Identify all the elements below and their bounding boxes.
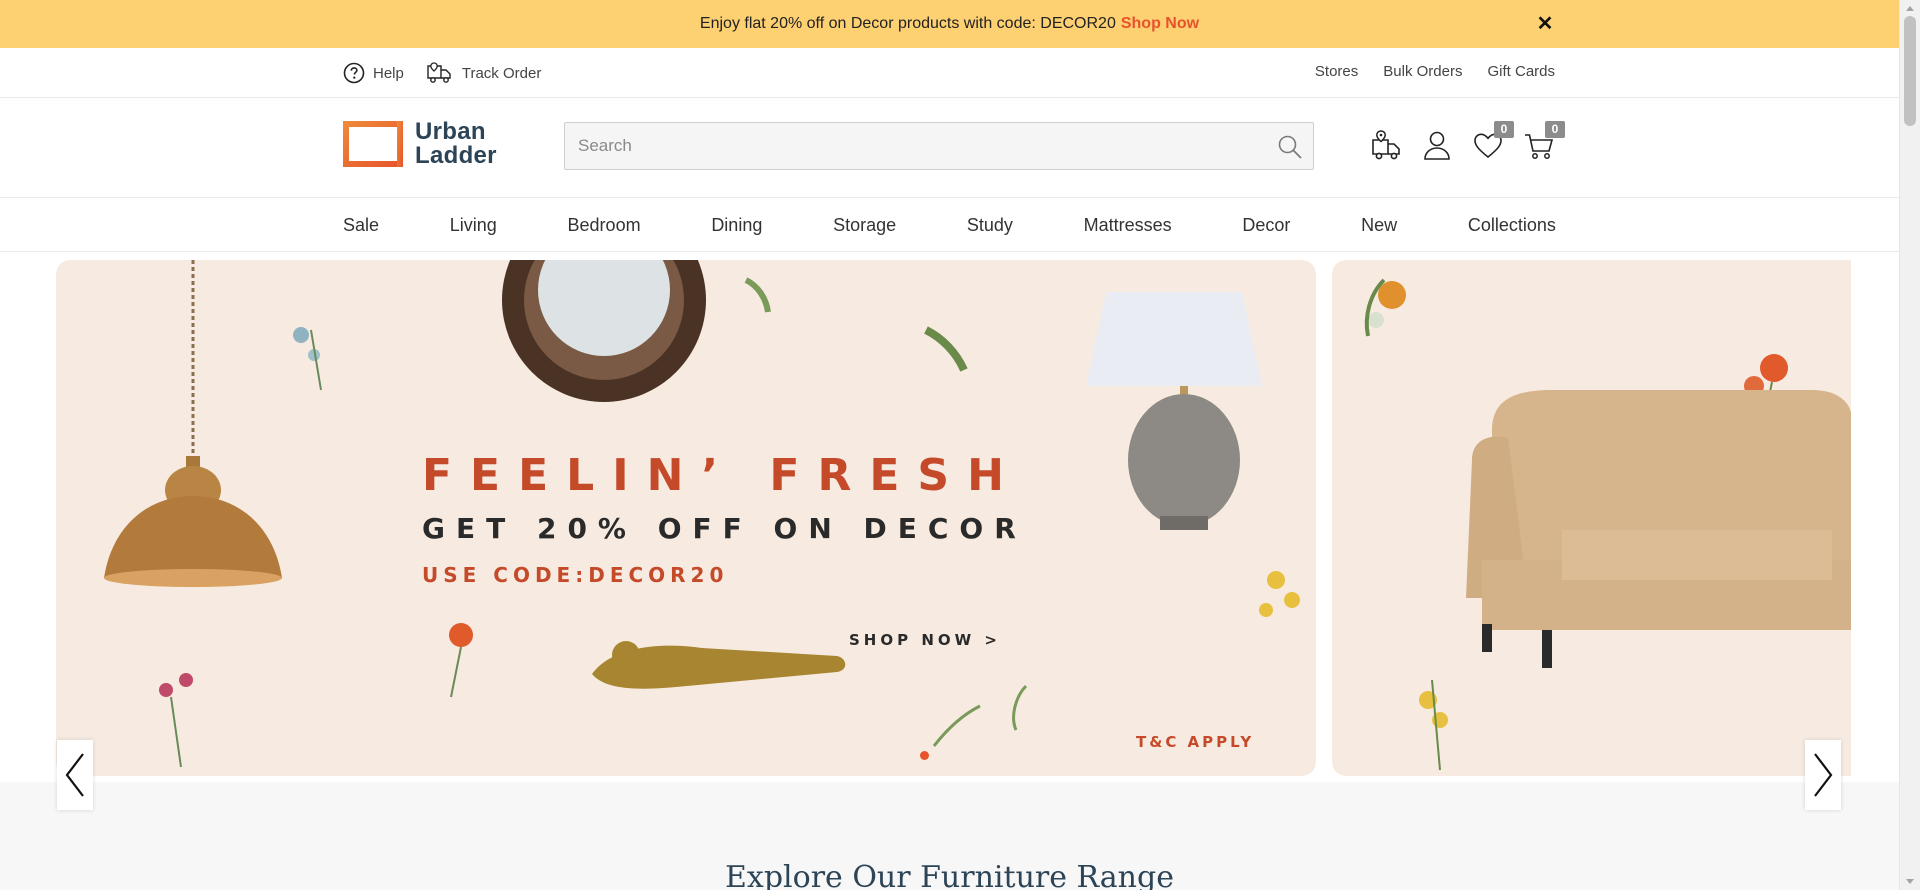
account-button[interactable] (1421, 128, 1453, 162)
help-icon (343, 62, 365, 84)
bulk-orders-link[interactable]: Bulk Orders (1383, 63, 1462, 80)
track-order-label: Track Order (461, 64, 542, 82)
track-order-link[interactable]: Track Order (426, 61, 541, 85)
sofa-illustration (1364, 278, 1851, 771)
search-icon[interactable] (1277, 134, 1303, 160)
utility-bar: Help Track Order Stores Bulk Orders Gift… (0, 48, 1899, 98)
logo[interactable]: Urban Ladder (343, 120, 497, 168)
nav-item-bedroom[interactable]: Bedroom (568, 215, 641, 236)
page-scrollbar[interactable] (1899, 0, 1920, 890)
logo-text: Urban Ladder (415, 120, 497, 168)
nav-item-study[interactable]: Study (967, 215, 1013, 236)
cart-button[interactable]: 0 (1523, 121, 1565, 162)
search-input[interactable] (565, 123, 1245, 169)
gift-cards-link[interactable]: Gift Cards (1487, 63, 1555, 80)
nav-item-storage[interactable]: Storage (833, 215, 896, 236)
nav-item-sale[interactable]: Sale (343, 215, 379, 236)
logo-line2: Ladder (415, 142, 497, 169)
stores-link[interactable]: Stores (1315, 63, 1358, 80)
logo-mark (343, 121, 403, 167)
carousel-next-button[interactable] (1805, 740, 1841, 810)
category-nav: Sale Living Bedroom Dining Storage Study… (0, 198, 1899, 252)
logo-line1: Urban (415, 118, 486, 145)
scroll-up-arrow[interactable] (1906, 6, 1914, 11)
location-truck-icon (1372, 130, 1400, 160)
nav-item-living[interactable]: Living (450, 215, 497, 236)
carousel-prev-button[interactable] (57, 740, 93, 810)
chevron-left-icon (65, 753, 84, 797)
hero-subline: GET 20% OFF ON DECOR (422, 512, 1027, 545)
wishlist-button[interactable]: 0 (1472, 121, 1514, 162)
hero-slide-sofa[interactable] (1332, 260, 1851, 776)
nav-item-dining[interactable]: Dining (711, 215, 762, 236)
hero-slide-decor[interactable]: FEELIN’ FRESH GET 20% OFF ON DECOR USE C… (56, 260, 1316, 776)
carousel-indicator[interactable] (920, 751, 929, 760)
nav-item-new[interactable]: New (1361, 215, 1397, 236)
truck-icon (427, 62, 451, 83)
hero-carousel: FEELIN’ FRESH GET 20% OFF ON DECOR USE C… (0, 252, 1899, 810)
promo-shop-now-link[interactable]: Shop Now (1121, 15, 1199, 33)
store-locator-button[interactable] (1370, 128, 1402, 162)
hero-headline: FEELIN’ FRESH (422, 450, 1022, 501)
hero-code: USE CODE:DECOR20 (422, 563, 729, 587)
user-icon (1424, 131, 1450, 160)
promo-text: Enjoy flat 20% off on Decor products wit… (699, 15, 1116, 32)
scroll-down-arrow[interactable] (1906, 879, 1914, 884)
chevron-right-icon (1814, 753, 1833, 797)
page: Enjoy flat 20% off on Decor products wit… (0, 0, 1899, 890)
wishlist-count-badge: 0 (1494, 121, 1514, 138)
hero-shop-now-cta[interactable]: SHOP NOW > (849, 631, 1001, 649)
cart-count-badge: 0 (1545, 121, 1565, 138)
explore-section: Explore Our Furniture Range (0, 782, 1899, 890)
search-box (564, 122, 1314, 170)
promo-bar: Enjoy flat 20% off on Decor products wit… (0, 0, 1899, 48)
header: Urban Ladder 0 0 (0, 98, 1899, 198)
nav-item-decor[interactable]: Decor (1242, 215, 1290, 236)
help-label: Help (373, 64, 404, 82)
nav-item-mattresses[interactable]: Mattresses (1084, 215, 1172, 236)
hero-terms: T&C APPLY (1136, 733, 1255, 751)
explore-title: Explore Our Furniture Range (725, 860, 1174, 890)
help-link[interactable]: Help (343, 62, 404, 84)
close-icon[interactable]: ✕ (1533, 12, 1557, 36)
scroll-thumb[interactable] (1904, 16, 1916, 126)
nav-item-collections[interactable]: Collections (1468, 215, 1556, 236)
